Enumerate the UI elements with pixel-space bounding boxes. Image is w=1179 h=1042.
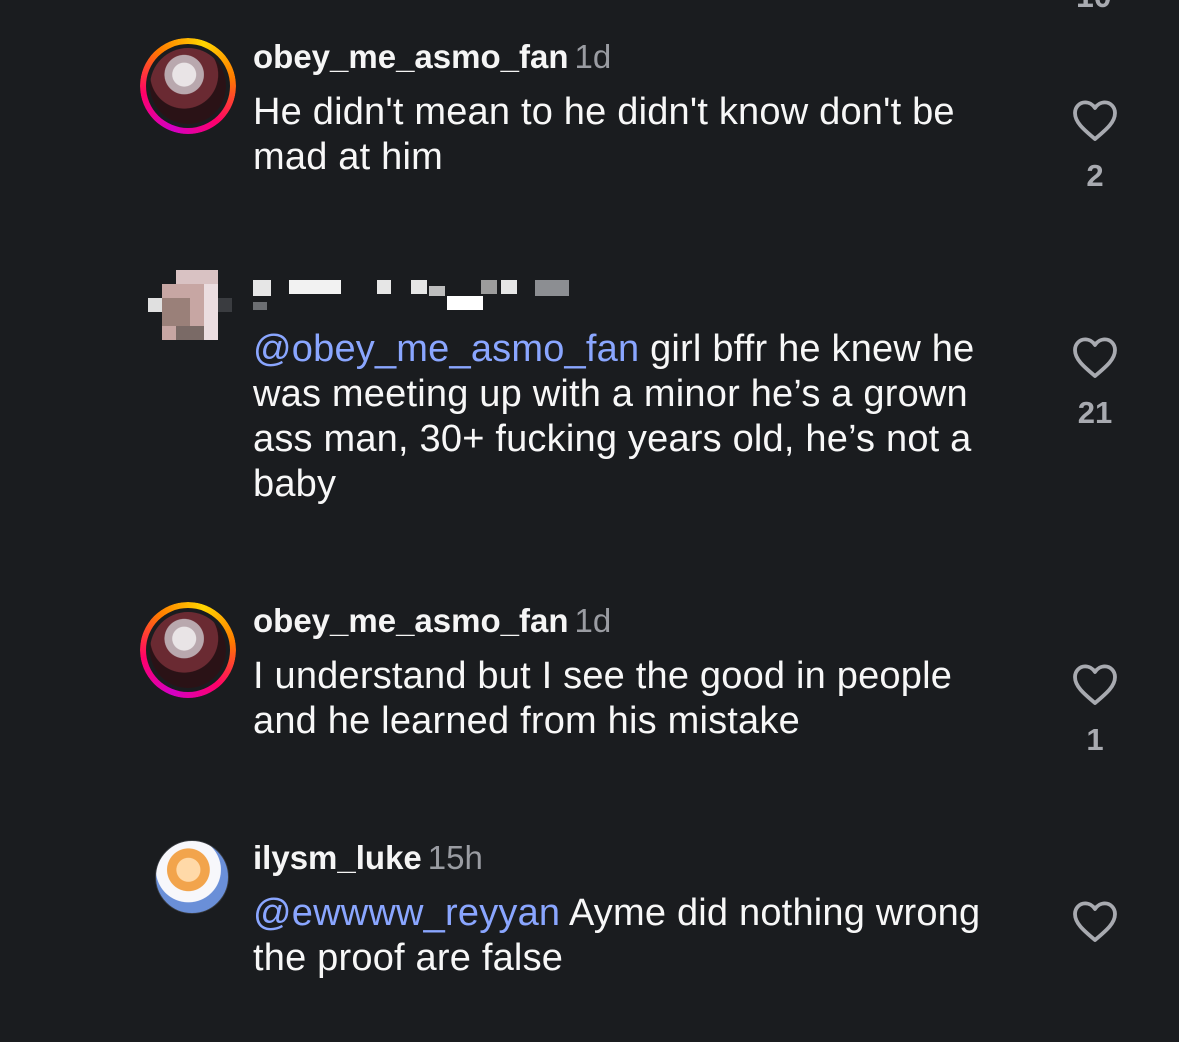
username-redacted: [253, 278, 573, 314]
like-count: 1: [1086, 722, 1104, 757]
avatar[interactable]: [148, 270, 240, 350]
username[interactable]: obey_me_asmo_fan: [253, 38, 568, 75]
heart-outline-icon[interactable]: [1071, 899, 1119, 943]
comment-header: obey_me_asmo_fan 1d: [253, 602, 611, 640]
like-count: 21: [1077, 395, 1113, 430]
avatar[interactable]: [140, 38, 236, 134]
like-control: 21: [1070, 335, 1120, 431]
username[interactable]: ilysm_luke: [253, 839, 422, 876]
like-count: 2: [1086, 158, 1104, 193]
comment-body: I understand but I see the good in peopl…: [253, 655, 953, 742]
comment-body: He didn't mean to he didn't know don't b…: [253, 91, 955, 178]
username[interactable]: obey_me_asmo_fan: [253, 602, 568, 639]
heart-outline-icon[interactable]: [1071, 335, 1119, 379]
comments-screen: 10 obey_me_asmo_fan1d He didn't mean to …: [0, 0, 1179, 1042]
avatar[interactable]: [140, 602, 236, 698]
like-control: 1: [1070, 662, 1120, 758]
avatar-image: [155, 840, 229, 914]
mention-link[interactable]: @ewwww_reyyan: [253, 892, 560, 934]
mention-link[interactable]: @obey_me_asmo_fan: [253, 328, 639, 370]
avatar-image: [150, 612, 226, 688]
heart-outline-icon[interactable]: [1071, 662, 1119, 706]
story-ring: [140, 602, 236, 698]
comment-header: ilysm_luke 15h: [253, 839, 483, 877]
comment-text: @ewwww_reyyan Ayme did nothing wrong the…: [253, 891, 1023, 981]
timestamp: 15h: [427, 839, 483, 876]
comment-text: He didn't mean to he didn't know don't b…: [253, 90, 1023, 180]
timestamp: 1d: [574, 602, 612, 639]
like-control: [1070, 899, 1120, 959]
heart-outline-icon[interactable]: [1071, 98, 1119, 142]
story-ring: [140, 38, 236, 134]
like-control: 2: [1070, 98, 1120, 194]
comment-text: @obey_me_asmo_fan girl bffr he knew he w…: [253, 327, 1023, 507]
avatar[interactable]: [155, 840, 229, 914]
timestamp: 1d: [574, 38, 612, 75]
partial-like-count: 10: [1076, 0, 1112, 15]
avatar-image: [150, 48, 226, 124]
comment-header: obey_me_asmo_fan 1d: [253, 38, 611, 76]
comment-text: I understand but I see the good in peopl…: [253, 654, 1023, 744]
